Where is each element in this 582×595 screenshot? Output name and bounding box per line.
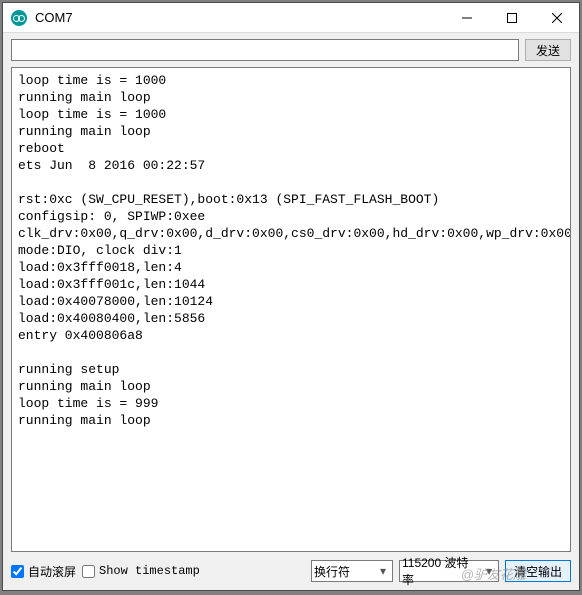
autoscroll-checkbox[interactable]: 自动滚屏 — [11, 563, 76, 580]
titlebar: COM7 — [3, 3, 579, 33]
arduino-icon — [11, 10, 27, 26]
maximize-button[interactable] — [489, 3, 534, 32]
chevron-down-icon: ▾ — [482, 564, 496, 578]
chevron-down-icon: ▾ — [376, 564, 390, 578]
minimize-button[interactable] — [444, 3, 489, 32]
baud-rate-label: 115200 波特率 — [402, 554, 478, 588]
show-timestamp-checkbox[interactable]: Show timestamp — [82, 564, 200, 578]
close-button[interactable] — [534, 3, 579, 32]
window-controls — [444, 3, 579, 32]
show-timestamp-input[interactable] — [82, 565, 95, 578]
clear-output-button[interactable]: 清空输出 — [505, 560, 571, 582]
serial-monitor-window: COM7 发送 loop time is = 1000 running main… — [2, 2, 580, 591]
status-bar: 自动滚屏 Show timestamp 换行符 ▾ 115200 波特率 ▾ 清… — [3, 556, 579, 590]
send-input[interactable] — [11, 39, 519, 61]
console-output: loop time is = 1000 running main loop lo… — [11, 67, 571, 552]
autoscroll-input[interactable] — [11, 565, 24, 578]
autoscroll-label: 自动滚屏 — [28, 563, 76, 580]
window-title: COM7 — [35, 10, 444, 25]
baud-rate-select[interactable]: 115200 波特率 ▾ — [399, 560, 499, 582]
show-timestamp-label: Show timestamp — [99, 564, 200, 578]
send-button[interactable]: 发送 — [525, 39, 571, 61]
line-ending-select[interactable]: 换行符 ▾ — [311, 560, 393, 582]
send-toolbar: 发送 — [3, 33, 579, 67]
line-ending-label: 换行符 — [314, 563, 350, 580]
